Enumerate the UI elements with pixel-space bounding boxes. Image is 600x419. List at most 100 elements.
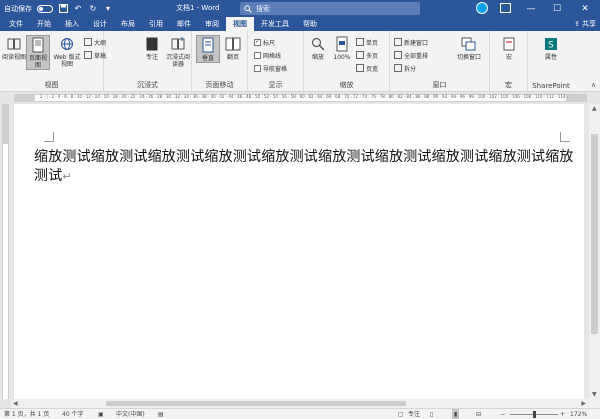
tab-help[interactable]: 帮助 <box>296 17 324 31</box>
ribbon-tabs: 文件 开始 插入 设计 布局 引用 邮件 审阅 视图 开发工具 帮助 ⇪ 共享 <box>0 17 600 31</box>
split-button[interactable]: 拆分 <box>394 63 416 73</box>
tab-file[interactable]: 文件 <box>2 17 30 31</box>
immersive-reader-icon <box>170 35 186 53</box>
tab-home[interactable]: 开始 <box>30 17 58 31</box>
side-to-side-button[interactable]: 翻页 <box>221 35 245 61</box>
undo-icon[interactable]: ↶ <box>73 4 83 14</box>
page-width-button[interactable]: 页宽 <box>356 63 378 73</box>
read-mode-status-icon[interactable]: ▯ <box>430 409 433 419</box>
word-count[interactable]: 40 个字 <box>62 409 84 419</box>
tab-layout[interactable]: 布局 <box>114 17 142 31</box>
scroll-right-icon[interactable]: ▶ <box>581 400 586 407</box>
maximize-button[interactable]: ☐ <box>546 0 568 17</box>
multiple-pages-label: 多页 <box>366 52 379 60</box>
proofing-icon[interactable]: ▣ <box>98 409 104 419</box>
horizontal-scroll-thumb[interactable] <box>106 401 406 406</box>
redo-icon[interactable]: ↻ <box>88 4 98 14</box>
focus-button[interactable]: 专注 <box>140 35 164 61</box>
tab-insert[interactable]: 插入 <box>58 17 86 31</box>
macros-button[interactable]: 宏 <box>497 35 521 61</box>
draft-button[interactable]: 草稿 <box>84 50 106 60</box>
new-window-label: 新建窗口 <box>404 39 429 47</box>
vertical-icon <box>200 36 216 54</box>
web-layout-icon <box>59 35 75 53</box>
zoom-100-label: 100% <box>333 54 351 61</box>
arrange-all-button[interactable]: 全部重排 <box>394 50 428 60</box>
switch-windows-label: 切换窗口 <box>456 54 481 61</box>
web-layout-status-icon[interactable]: ⊟ <box>476 409 481 419</box>
ruler-check-icon: ✓ <box>254 38 261 46</box>
share-icon: ⇪ <box>574 20 580 28</box>
side-to-side-icon <box>225 35 241 53</box>
scroll-up-icon[interactable]: ▲ <box>592 105 597 112</box>
split-label: 拆分 <box>404 65 417 73</box>
document-page[interactable]: 缩放测试缩放测试缩放测试缩放测试缩放测试缩放测试缩放测试缩放测试缩放测试缩放测试… <box>14 104 584 399</box>
page-width-icon <box>356 64 364 72</box>
minimize-button[interactable]: — <box>520 0 542 17</box>
gridlines-check-icon <box>254 51 261 59</box>
horizontal-ruler[interactable]: 2 · | · 2 · 4 · 6 · 8 · 10 · 12 · 14 · 1… <box>0 92 600 104</box>
collapse-ribbon-icon[interactable]: ∧ <box>591 81 596 89</box>
views-group-label: 视图 <box>44 81 59 89</box>
focus-mode-icon[interactable]: ▢ <box>398 409 404 419</box>
close-button[interactable]: ✕ <box>574 0 596 17</box>
web-layout-button[interactable]: Web 版式视图 <box>52 35 82 68</box>
account-avatar[interactable] <box>476 2 488 14</box>
zoom-icon <box>310 35 326 53</box>
save-icon[interactable] <box>58 4 68 14</box>
ruler-checkbox[interactable]: ✓ 标尺 <box>254 37 275 47</box>
document-canvas: 缩放测试缩放测试缩放测试缩放测试缩放测试缩放测试缩放测试缩放测试缩放测试缩放测试… <box>11 104 589 399</box>
tab-design[interactable]: 设计 <box>86 17 114 31</box>
zoom-100-button[interactable]: 100% <box>330 35 354 61</box>
vertical-label: 垂直 <box>201 55 214 62</box>
vertical-scroll-thumb[interactable] <box>591 134 598 334</box>
zoom-button[interactable]: 缩放 <box>306 35 330 61</box>
print-layout-status-icon[interactable]: ▮ <box>452 409 460 419</box>
scroll-left-icon[interactable]: ◀ <box>13 400 18 407</box>
navigation-pane-checkbox[interactable]: 导航窗格 <box>254 63 287 73</box>
autosave-toggle[interactable] <box>37 4 53 13</box>
scroll-down-icon[interactable]: ▼ <box>592 391 597 398</box>
focus-icon <box>144 35 160 53</box>
accessibility-icon[interactable]: ▤ <box>158 409 164 419</box>
tab-mailings[interactable]: 邮件 <box>170 17 198 31</box>
switch-windows-button[interactable]: 切换窗口 <box>452 35 486 61</box>
tab-view[interactable]: 视图 <box>226 17 254 31</box>
new-window-button[interactable]: 新建窗口 <box>394 37 428 47</box>
focus-mode-label[interactable]: 专注 <box>408 409 420 419</box>
horizontal-scrollbar[interactable]: ◀ ▶ <box>11 399 600 408</box>
properties-button[interactable]: S 属性 <box>539 35 563 61</box>
immersive-group-label: 沉浸式 <box>137 81 158 89</box>
search-box[interactable]: 搜索 <box>240 2 420 15</box>
macros-group: 宏 宏 <box>490 31 528 92</box>
read-mode-button[interactable]: 阅读视图 <box>2 35 26 61</box>
web-layout-label: Web 版式视图 <box>53 54 81 68</box>
vertical-ruler[interactable] <box>0 104 11 399</box>
vertical-ruler-track <box>2 104 9 399</box>
tab-review[interactable]: 审阅 <box>198 17 226 31</box>
gridlines-checkbox[interactable]: 网格线 <box>254 50 281 60</box>
read-mode-label: 阅读视图 <box>2 54 27 61</box>
immersive-reader-button[interactable]: 沉浸式阅读器 <box>164 35 192 68</box>
tab-references[interactable]: 引用 <box>142 17 170 31</box>
vertical-scrollbar[interactable]: ▲ ▼ <box>589 104 600 399</box>
one-page-button[interactable]: 单页 <box>356 37 378 47</box>
zoom-level[interactable]: 172% <box>570 409 587 419</box>
ribbon-display-options-icon[interactable] <box>500 3 511 13</box>
language-indicator[interactable]: 中文(中国) <box>116 409 145 419</box>
zoom-in-button[interactable]: + <box>560 409 565 419</box>
document-body[interactable]: 缩放测试缩放测试缩放测试缩放测试缩放测试缩放测试缩放测试缩放测试缩放测试缩放测试… <box>34 148 574 186</box>
sharepoint-group-label: SharePoint <box>532 82 570 90</box>
window-group-label: 窗口 <box>432 81 447 89</box>
tab-developer[interactable]: 开发工具 <box>254 17 296 31</box>
zoom-out-button[interactable]: − <box>500 409 505 419</box>
customize-qat-icon[interactable]: ▾ <box>103 4 113 14</box>
vertical-button[interactable]: 垂直 <box>196 35 220 63</box>
outline-button[interactable]: 大纲 <box>84 37 106 47</box>
multiple-pages-button[interactable]: 多页 <box>356 50 378 60</box>
share-button[interactable]: ⇪ 共享 <box>574 18 596 30</box>
vertical-ruler-top-margin <box>2 104 9 144</box>
page-count[interactable]: 第 1 页，共 1 页 <box>4 409 49 419</box>
print-layout-button[interactable]: 页面视图 <box>26 35 50 70</box>
zoom-slider-knob[interactable] <box>533 411 536 418</box>
